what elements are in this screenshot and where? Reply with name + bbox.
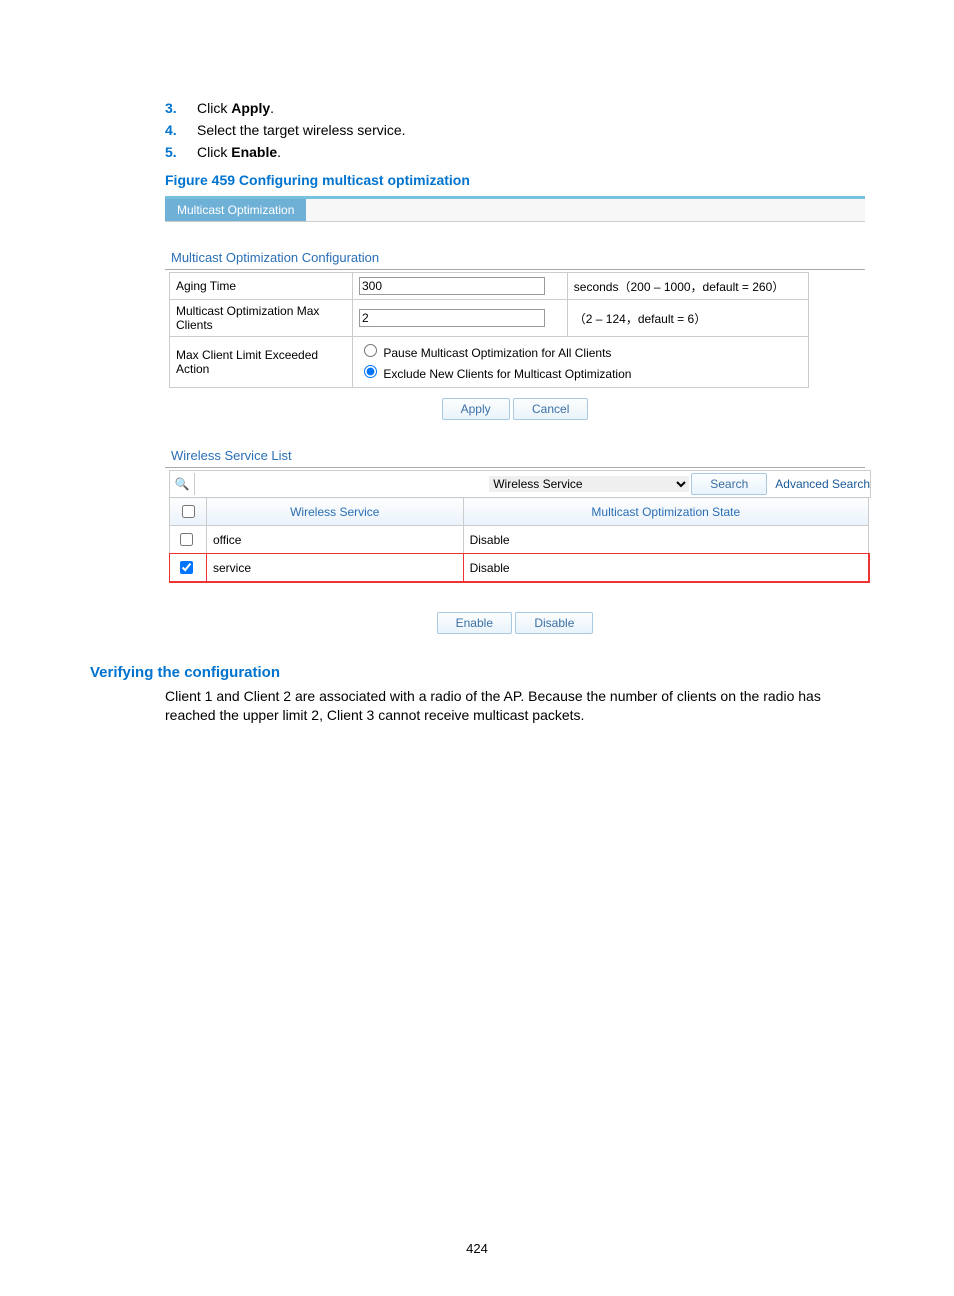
radio-pause[interactable] [364,344,377,357]
search-text-input[interactable] [199,476,303,492]
row-checkbox-service[interactable] [180,561,193,574]
radio-exclude[interactable] [364,365,377,378]
max-clients-label: Multicast Optimization Max Clients [170,300,353,337]
verify-heading: Verifying the configuration [90,664,864,681]
radio-pause-label: Pause Multicast Optimization for All Cli… [383,346,611,360]
wireless-section-title: Wireless Service List [171,448,865,463]
aging-time-input[interactable] [359,277,545,295]
search-row: 🔍 Wireless Service Search Advanced Searc… [169,470,871,498]
config-form: Aging Time seconds（200 – 1000，default = … [169,272,809,388]
row-name: service [207,554,464,582]
tab-bar: Multicast Optimization [165,199,865,222]
action-label: Max Client Limit Exceeded Action [170,337,353,388]
row-state: Disable [463,526,868,554]
disable-button[interactable]: Disable [515,612,593,634]
row-state: Disable [463,554,868,582]
step-num-5: 5. [165,144,197,160]
enable-button[interactable]: Enable [437,612,512,634]
table-row[interactable]: office Disable [170,526,869,554]
col-state[interactable]: Multicast Optimization State [463,498,868,526]
step-text-5: Click Enable. [197,144,281,160]
figure-caption: Figure 459 Configuring multicast optimiz… [165,172,864,188]
apply-button[interactable]: Apply [442,398,510,420]
table-row[interactable]: service Disable [170,554,869,582]
search-icon: 🔍 [170,473,195,495]
step-text-4: Select the target wireless service. [197,122,406,138]
verify-body: Client 1 and Client 2 are associated wit… [165,687,864,725]
search-button[interactable]: Search [691,473,767,495]
aging-time-label: Aging Time [170,273,353,300]
col-wireless-service[interactable]: Wireless Service [207,498,464,526]
cancel-button[interactable]: Cancel [513,398,588,420]
config-section-title: Multicast Optimization Configuration [171,250,865,265]
step-4: 4. Select the target wireless service. [165,122,864,138]
max-clients-input[interactable] [359,309,545,327]
page-number: 424 [0,1241,954,1256]
select-all-checkbox[interactable] [182,505,195,518]
tab-multicast-optimization[interactable]: Multicast Optimization [165,199,306,221]
config-panel: Multicast Optimization Multicast Optimiz… [165,196,865,634]
row-checkbox-office[interactable] [180,533,193,546]
row-name: office [207,526,464,554]
step-3: 3. Click Apply. [165,100,864,116]
radio-exclude-label: Exclude New Clients for Multicast Optimi… [383,367,631,381]
step-num-4: 4. [165,122,197,138]
step-5: 5. Click Enable. [165,144,864,160]
wireless-service-table: Wireless Service Multicast Optimization … [169,497,869,582]
step-text-3: Click Apply. [197,100,274,116]
max-clients-hint: （2 – 124，default = 6） [567,300,808,337]
advanced-search-link[interactable]: Advanced Search [775,477,870,491]
step-num-3: 3. [165,100,197,116]
aging-time-hint: seconds（200 – 1000，default = 260） [567,273,808,300]
search-column-select[interactable]: Wireless Service [489,476,689,492]
